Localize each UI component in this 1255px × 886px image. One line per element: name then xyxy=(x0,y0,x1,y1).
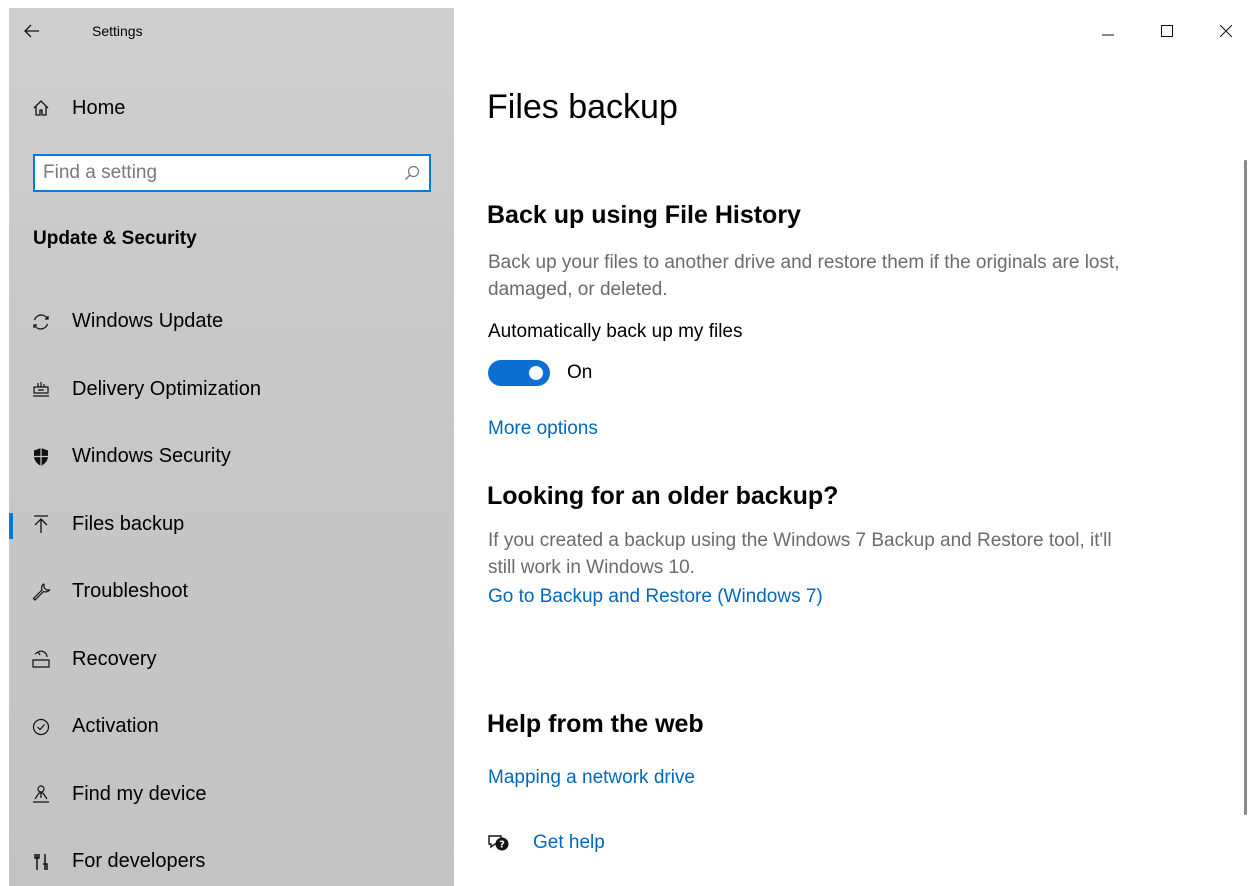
sidebar-item-delivery-optimization[interactable]: Delivery Optimization xyxy=(9,356,454,424)
sidebar-item-label: Find my device xyxy=(72,782,207,805)
shield-icon xyxy=(29,445,53,469)
sidebar-item-activation[interactable]: Activation xyxy=(9,693,454,761)
window-controls xyxy=(1078,8,1255,54)
older-backup-description: If you created a backup using the Window… xyxy=(488,530,1112,578)
search-input[interactable] xyxy=(35,156,395,190)
sidebar-item-find-my-device[interactable]: Find my device xyxy=(9,761,454,829)
back-arrow-icon xyxy=(24,24,39,38)
toggle-knob xyxy=(529,366,543,380)
minimize-icon xyxy=(1101,34,1114,36)
sidebar-item-label: Windows Security xyxy=(72,445,231,468)
help-heading: Help from the web xyxy=(487,710,704,738)
page-title: Files backup xyxy=(487,88,678,126)
home-icon xyxy=(29,96,53,120)
wrench-icon xyxy=(29,580,53,604)
get-help-icon: ? xyxy=(488,835,509,851)
title-bar: Settings xyxy=(9,8,454,54)
sidebar-item-windows-update[interactable]: Windows Update xyxy=(9,288,454,356)
developer-tools-icon xyxy=(29,850,53,874)
home-label: Home xyxy=(72,96,126,119)
mapping-network-drive-link[interactable]: Mapping a network drive xyxy=(488,767,695,789)
nav-list: Windows Update Delivery Optimization Win… xyxy=(9,288,454,886)
person-location-icon xyxy=(29,782,53,806)
get-help-label: Get help xyxy=(533,832,605,853)
auto-backup-label: Automatically back up my files xyxy=(488,321,743,342)
auto-backup-toggle[interactable] xyxy=(488,360,550,386)
sync-icon xyxy=(29,310,53,334)
svg-text:?: ? xyxy=(499,840,505,851)
get-help-button[interactable]: ? Get help xyxy=(487,832,605,854)
sidebar-item-label: Activation xyxy=(72,715,159,738)
close-button[interactable] xyxy=(1196,8,1255,54)
maximize-button[interactable] xyxy=(1137,8,1196,54)
older-backup-heading: Looking for an older backup? xyxy=(487,482,839,510)
sidebar-item-label: For developers xyxy=(72,850,206,873)
sidebar-item-files-backup[interactable]: Files backup xyxy=(9,491,454,559)
sidebar-item-label: Recovery xyxy=(72,647,157,670)
file-history-heading: Back up using File History xyxy=(487,201,801,229)
auto-backup-toggle-row: On xyxy=(488,360,592,386)
upload-arrow-icon xyxy=(29,512,53,536)
search-box[interactable] xyxy=(33,154,431,192)
app-title: Settings xyxy=(92,23,143,39)
sidebar-item-label: Troubleshoot xyxy=(72,580,188,603)
backup-restore-link[interactable]: Go to Backup and Restore (Windows 7) xyxy=(488,586,823,608)
minimize-button[interactable] xyxy=(1078,8,1137,54)
sidebar-item-windows-security[interactable]: Windows Security xyxy=(9,423,454,491)
more-options-link[interactable]: More options xyxy=(488,418,598,440)
content-scrollbar[interactable] xyxy=(1244,160,1247,815)
sidebar-item-troubleshoot[interactable]: Troubleshoot xyxy=(9,558,454,626)
sidebar-item-recovery[interactable]: Recovery xyxy=(9,626,454,694)
check-circle-icon xyxy=(29,715,53,739)
section-heading: Update & Security xyxy=(33,228,197,249)
sidebar-item-for-developers[interactable]: For developers xyxy=(9,828,454,886)
sidebar-item-label: Files backup xyxy=(72,512,185,535)
recovery-icon xyxy=(29,647,53,671)
search-icon[interactable] xyxy=(395,156,429,190)
close-icon xyxy=(1219,25,1232,37)
delivery-optimization-icon xyxy=(29,377,53,401)
maximize-icon xyxy=(1160,25,1173,37)
home-nav-item[interactable]: Home xyxy=(9,86,454,130)
back-button[interactable] xyxy=(9,8,55,54)
sidebar-item-label: Delivery Optimization xyxy=(72,377,261,400)
sidebar: Settings Home Update & Security xyxy=(9,8,454,886)
file-history-description: Back up your files to another drive and … xyxy=(488,252,1120,300)
toggle-state-label: On xyxy=(567,362,593,383)
sidebar-item-label: Windows Update xyxy=(72,310,224,333)
